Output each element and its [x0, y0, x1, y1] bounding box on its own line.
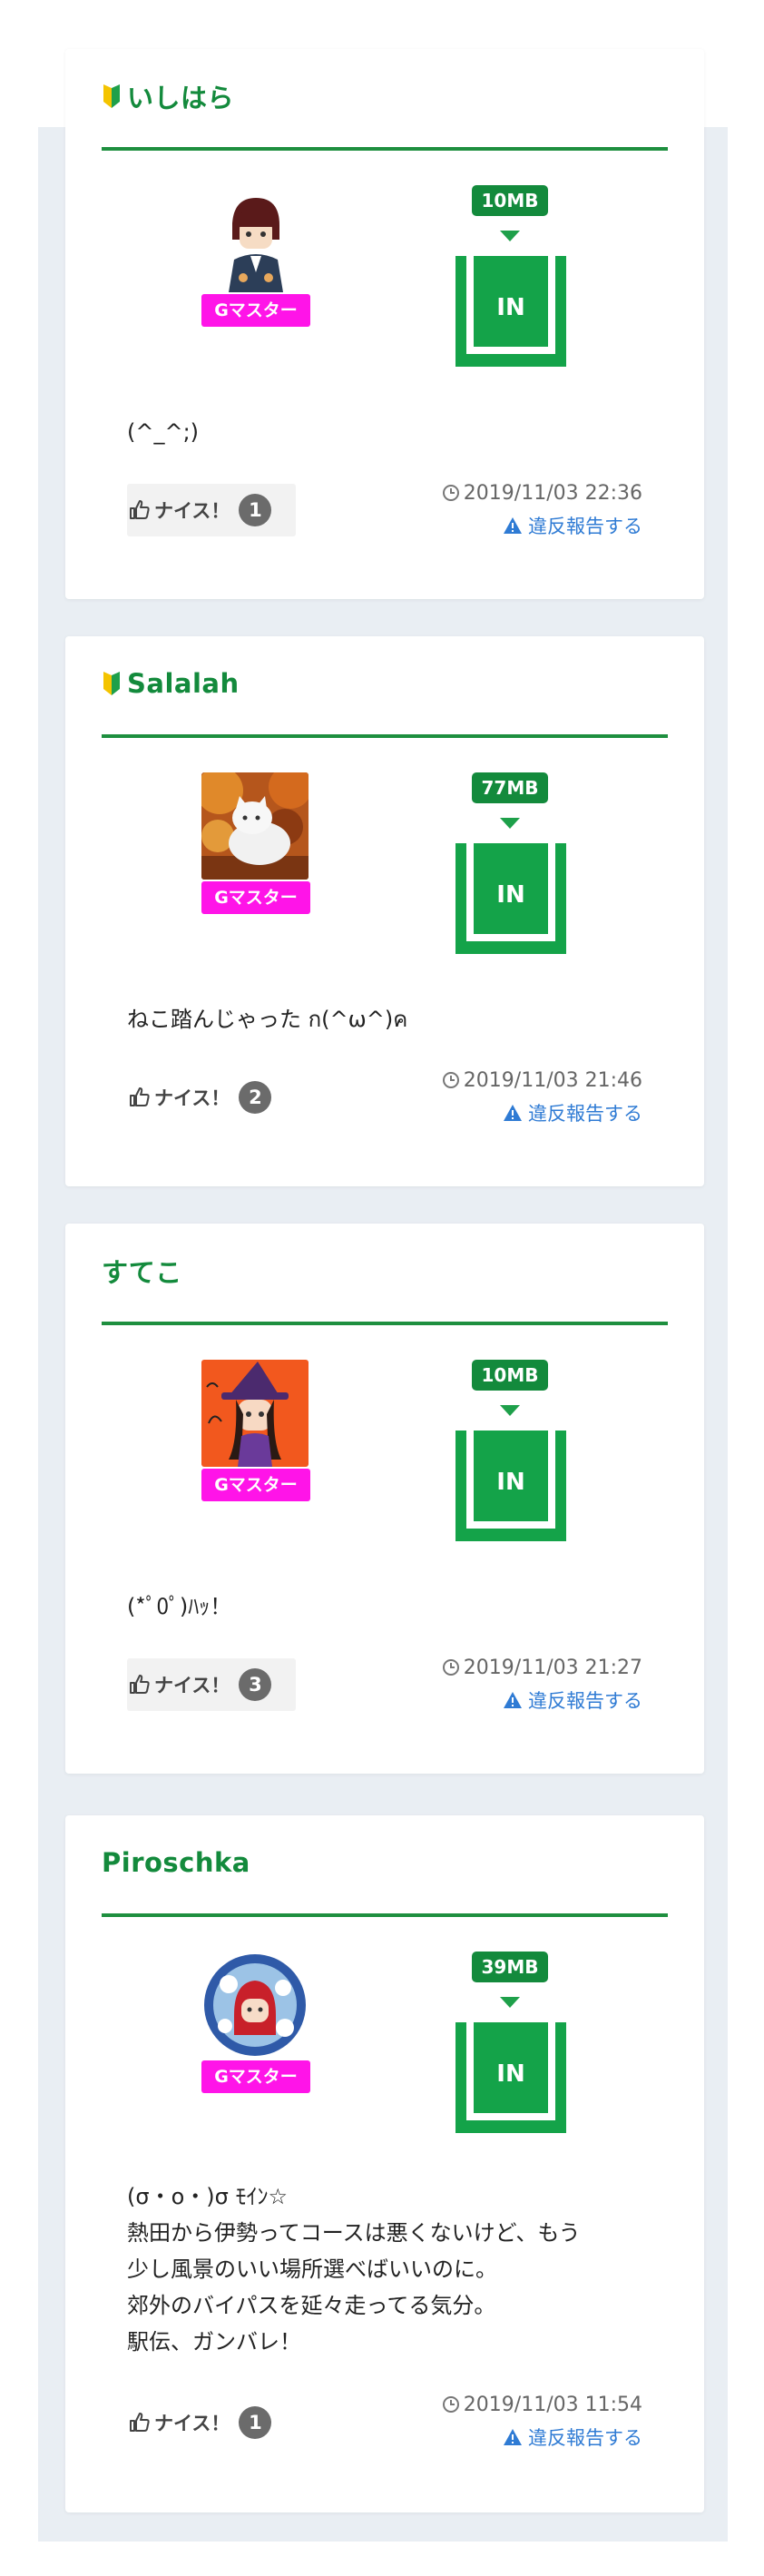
file-size-badge: 10MB: [472, 1360, 548, 1391]
user-name-link[interactable]: いしはら: [127, 77, 234, 115]
post-card: すてこ Gマスター 10MB IN (*ﾟ0ﾟ)ﾊｯ！ ナイス！ 3 2019/…: [65, 1224, 704, 1774]
post-card: いしはら Gマスター 10MB IN (^_^;) ナイス！ 1 2019/11…: [65, 49, 704, 599]
header-divider: [102, 734, 668, 738]
header-divider: [102, 147, 668, 151]
file-size-indicator: 10MB IN: [455, 1360, 568, 1550]
post-comment: (^_^;): [127, 419, 200, 445]
in-label: IN: [496, 2060, 525, 2088]
post-meta: 2019/11/03 21:46 違反報告する: [442, 1065, 642, 1130]
nice-label: ナイス！: [154, 2413, 230, 2434]
post-card: Piroschka Gマスター 39MB IN (σ・ο・)σ ﾓｲﾝ☆ 熱田か…: [65, 1815, 704, 2512]
nice-label: ナイス！: [154, 1675, 230, 1696]
post-header: いしはら: [102, 74, 668, 118]
thumbs-up-icon: [129, 2412, 151, 2433]
nice-label: ナイス！: [154, 500, 230, 522]
arrow-down-icon: [500, 1997, 520, 2008]
arrow-down-icon: [500, 231, 520, 241]
nice-button[interactable]: ナイス！ 1: [127, 2396, 296, 2449]
clock-icon: [442, 1071, 460, 1089]
rank-badge: Gマスター: [201, 2060, 310, 2093]
in-label: IN: [496, 294, 525, 321]
arrow-down-icon: [500, 1405, 520, 1416]
warning-icon: [503, 1691, 523, 1709]
arrow-down-icon: [500, 818, 520, 829]
warning-icon: [503, 516, 523, 535]
user-avatar[interactable]: Gマスター: [201, 772, 310, 914]
file-size-indicator: 10MB IN: [455, 185, 568, 376]
report-label: 違反報告する: [528, 1103, 642, 1125]
red-hood-avatar-icon: [201, 1952, 309, 2059]
post-meta: 2019/11/03 22:36 違反報告する: [442, 477, 642, 543]
user-name-link[interactable]: すてこ: [102, 1252, 182, 1290]
user-name-link[interactable]: Salalah: [127, 668, 240, 699]
report-link[interactable]: 違反報告する: [442, 2420, 642, 2454]
timestamp-text: 2019/11/03 22:36: [463, 481, 642, 505]
post-header: Piroschka: [102, 1841, 668, 1884]
user-avatar[interactable]: Gマスター: [201, 1360, 310, 1501]
report-link[interactable]: 違反報告する: [442, 1096, 642, 1130]
clock-icon: [442, 1658, 460, 1676]
file-size-indicator: 77MB IN: [455, 772, 568, 963]
thumbs-up-icon: [129, 1674, 151, 1696]
post-meta: 2019/11/03 11:54 違反報告する: [442, 2389, 642, 2454]
file-size-badge: 39MB: [472, 1952, 548, 1982]
nice-count-badge: 1: [239, 2406, 272, 2439]
post-timestamp: 2019/11/03 21:27: [442, 1652, 642, 1683]
user-name-link[interactable]: Piroschka: [102, 1847, 250, 1878]
rank-badge: Gマスター: [201, 881, 310, 914]
post-comment: (σ・ο・)σ ﾓｲﾝ☆ 熱田から伊勢ってコースは悪くないけど、もう 少し風景の…: [127, 2184, 581, 2355]
header-divider: [102, 1322, 668, 1325]
file-size-badge: 77MB: [472, 772, 548, 803]
timestamp-text: 2019/11/03 21:27: [463, 1656, 642, 1679]
post-comment: (*ﾟ0ﾟ)ﾊｯ！: [127, 1594, 232, 1619]
nice-button[interactable]: ナイス！ 1: [127, 484, 296, 536]
post-comment: ねこ踏んじゃった ก(^ω^)ค: [127, 1007, 408, 1032]
anime-boy-avatar-icon: [201, 185, 309, 292]
post-timestamp: 2019/11/03 21:46: [442, 1065, 642, 1096]
in-button[interactable]: IN: [455, 843, 566, 954]
timestamp-text: 2019/11/03 21:46: [463, 1068, 642, 1092]
in-button[interactable]: IN: [455, 256, 566, 367]
in-button[interactable]: IN: [455, 2022, 566, 2133]
clock-icon: [442, 484, 460, 502]
warning-icon: [503, 2428, 523, 2446]
nice-button[interactable]: ナイス！ 2: [127, 1071, 296, 1124]
post-meta: 2019/11/03 21:27 違反報告する: [442, 1652, 642, 1717]
report-label: 違反報告する: [528, 1690, 642, 1712]
nice-label: ナイス！: [154, 1087, 230, 1109]
nice-count-badge: 2: [239, 1081, 272, 1114]
rank-badge: Gマスター: [201, 294, 310, 327]
in-button[interactable]: IN: [455, 1431, 566, 1541]
report-link[interactable]: 違反報告する: [442, 508, 642, 543]
report-label: 違反報告する: [528, 516, 642, 537]
nice-count-badge: 1: [239, 494, 272, 526]
timestamp-text: 2019/11/03 11:54: [463, 2393, 642, 2416]
in-label: IN: [496, 881, 525, 909]
file-size-badge: 10MB: [472, 185, 548, 216]
beginner-mark-icon: [102, 84, 122, 108]
user-avatar[interactable]: Gマスター: [201, 1952, 310, 2093]
warning-icon: [503, 1104, 523, 1122]
in-label: IN: [496, 1469, 525, 1496]
beginner-mark-icon: [102, 672, 122, 695]
user-avatar[interactable]: Gマスター: [201, 185, 310, 327]
post-header: Salalah: [102, 662, 668, 705]
post-header: すてこ: [102, 1249, 668, 1293]
thumbs-up-icon: [129, 1086, 151, 1108]
witch-girl-avatar-icon: [201, 1360, 309, 1467]
post-card: Salalah Gマスター 77MB IN ねこ踏んじゃった ก(^ω^)ค ナ…: [65, 636, 704, 1186]
file-size-indicator: 39MB IN: [455, 1952, 568, 2142]
report-link[interactable]: 違反報告する: [442, 1683, 642, 1717]
thumbs-up-icon: [129, 499, 151, 521]
white-cat-autumn-avatar-icon: [201, 772, 309, 880]
post-timestamp: 2019/11/03 22:36: [442, 477, 642, 508]
nice-count-badge: 3: [239, 1668, 272, 1701]
nice-button[interactable]: ナイス！ 3: [127, 1658, 296, 1711]
clock-icon: [442, 2395, 460, 2414]
rank-badge: Gマスター: [201, 1469, 310, 1501]
report-label: 違反報告する: [528, 2427, 642, 2449]
post-timestamp: 2019/11/03 11:54: [442, 2389, 642, 2420]
header-divider: [102, 1913, 668, 1917]
